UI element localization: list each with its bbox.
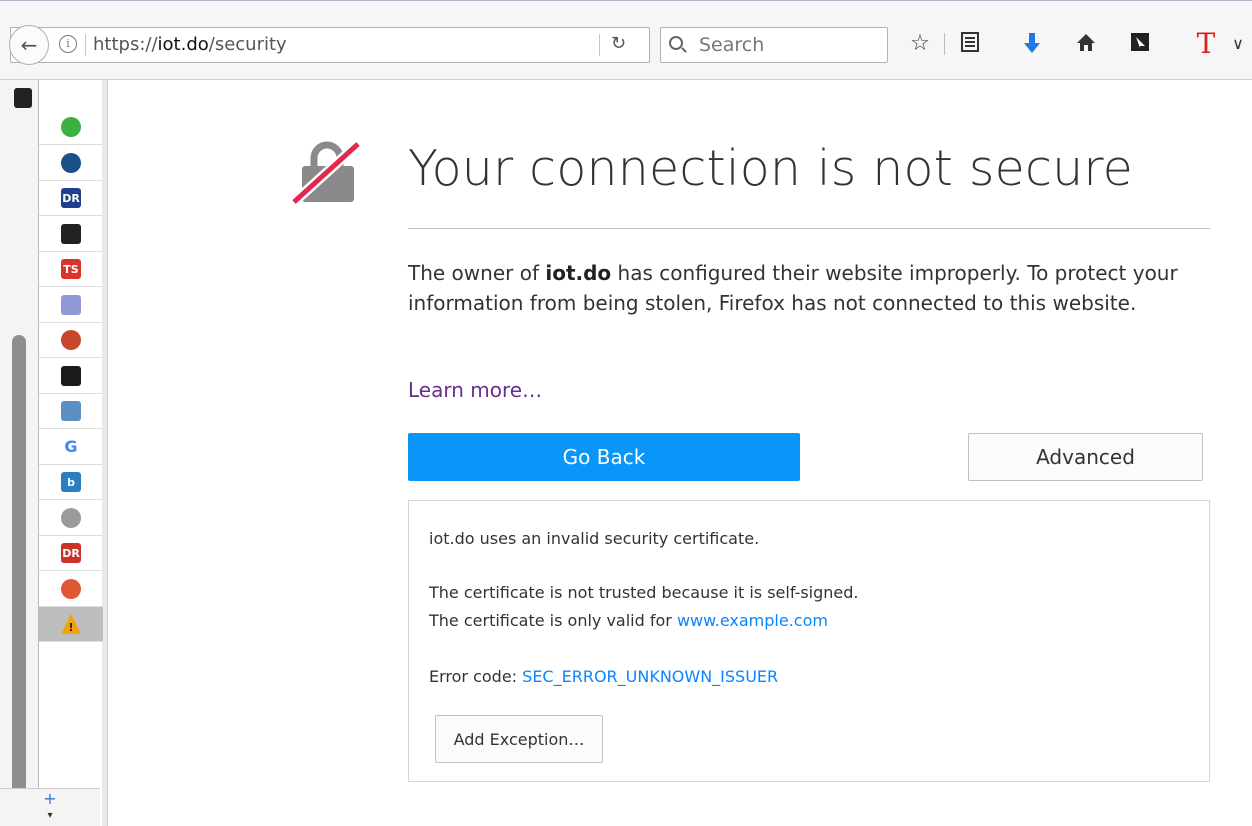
sidebar-tab-duck[interactable] <box>39 572 103 607</box>
error-code-link[interactable]: SEC_ERROR_UNKNOWN_ISSUER <box>522 667 778 686</box>
sidebar-tab-b-favicon-icon: b <box>61 472 81 492</box>
toolbar-separator <box>944 33 945 55</box>
advanced-details-panel: iot.do uses an invalid security certific… <box>408 500 1210 782</box>
self-signed-text: The certificate is not trusted because i… <box>429 583 859 602</box>
back-arrow-icon: ← <box>20 33 38 57</box>
search-icon <box>669 36 683 50</box>
tab-sidebar: DR TS Gb DR! + ▾ <box>0 80 108 826</box>
sidebar-tab-orb[interactable] <box>39 323 103 358</box>
sidebar-tab-person[interactable] <box>39 359 103 394</box>
overflow-chevron-icon[interactable]: ∨ <box>1224 31 1252 57</box>
sidebar-tab-globe-favicon-icon <box>61 507 81 528</box>
sidebar-tab-warning[interactable]: ! <box>39 607 103 642</box>
sidebar-tab-dr-2-favicon-icon: DR <box>61 543 81 563</box>
back-button[interactable]: ← <box>9 25 49 65</box>
url-text[interactable]: https://iot.do/security <box>93 34 287 55</box>
invalid-cert-text: iot.do uses an invalid security certific… <box>429 529 760 548</box>
bookmark-star-icon[interactable]: ☆ <box>906 31 934 57</box>
download-arrow-icon[interactable] <box>1018 31 1046 62</box>
sidebar-scrollbar[interactable] <box>12 335 26 826</box>
search-placeholder: Search <box>699 34 765 56</box>
url-bar[interactable]: ← i https://iot.do/security ↻ <box>9 25 650 65</box>
title-divider <box>408 228 1210 229</box>
sidebar-tab-box-favicon-icon <box>61 401 81 421</box>
sidebar-tab-ts-favicon-icon: TS <box>61 259 81 279</box>
sidebar-tab-box[interactable] <box>39 394 103 429</box>
error-code-text: Error code: SEC_ERROR_UNKNOWN_ISSUER <box>429 667 779 686</box>
advanced-button[interactable]: Advanced <box>968 433 1203 481</box>
sidebar-tab-orb-favicon-icon <box>61 330 81 350</box>
add-tab-button[interactable]: + <box>0 788 100 810</box>
sidebar-tab-dr-2[interactable]: DR <box>39 536 103 571</box>
search-bar[interactable]: Search <box>660 27 888 63</box>
reload-icon[interactable]: ↻ <box>611 33 626 54</box>
sidebar-tab-green[interactable] <box>39 110 103 145</box>
info-icon[interactable]: i <box>59 35 77 53</box>
sidebar-tab-google[interactable]: G <box>39 430 103 465</box>
reload-separator <box>599 34 600 56</box>
home-icon[interactable] <box>1072 31 1100 60</box>
sidebar-tab-stripes[interactable] <box>39 217 103 252</box>
sidebar-strip <box>0 80 42 826</box>
sidebar-tab-dr-1[interactable]: DR <box>39 181 103 216</box>
owl-icon[interactable] <box>14 88 32 108</box>
browser-toolbar: ← i https://iot.do/security ↻ Search ☆ T… <box>0 0 1252 80</box>
error-description: The owner of iot.do has configured their… <box>408 261 1178 315</box>
learn-more-link[interactable]: Learn more… <box>408 378 542 402</box>
sidebar-tab-list: DR TS Gb DR! <box>38 80 103 826</box>
sidebar-tab-green-favicon-icon <box>61 117 81 137</box>
valid-for-text: The certificate is only valid for www.ex… <box>429 611 828 630</box>
sidebar-tab-dr-1-favicon-icon: DR <box>61 188 81 208</box>
sidebar-tab-blue-circle[interactable] <box>39 146 103 181</box>
t-extension-icon[interactable]: T <box>1192 30 1220 58</box>
sidebar-tab-b[interactable]: b <box>39 465 103 500</box>
sidebar-tab-person-favicon-icon <box>61 365 81 386</box>
go-back-button[interactable]: Go Back <box>408 433 800 481</box>
url-separator <box>85 34 86 56</box>
sidebar-tab-google-favicon-icon: G <box>61 436 81 457</box>
sidebar-dropdown-icon[interactable]: ▾ <box>0 810 100 826</box>
sidebar-tab-globe[interactable] <box>39 501 103 536</box>
sidebar-tab-stripes-favicon-icon <box>61 223 81 244</box>
sidebar-tab-blue-circle-favicon-icon <box>61 152 81 173</box>
valid-domain-link[interactable]: www.example.com <box>677 611 828 630</box>
page-title: Your connection is not secure <box>408 140 1133 197</box>
sidebar-tab-ssrn[interactable] <box>39 288 103 323</box>
sidebar-tab-duck-favicon-icon <box>61 578 81 599</box>
add-exception-button[interactable]: Add Exception… <box>435 715 603 763</box>
broken-lock-icon <box>292 140 362 204</box>
reading-list-icon[interactable] <box>956 31 984 60</box>
sidebar-tab-ts[interactable]: TS <box>39 252 103 287</box>
sidebar-tab-ssrn-favicon-icon <box>61 294 81 315</box>
extension-square-icon[interactable] <box>1126 31 1154 60</box>
sidebar-tab-warning-favicon-icon: ! <box>61 614 81 634</box>
